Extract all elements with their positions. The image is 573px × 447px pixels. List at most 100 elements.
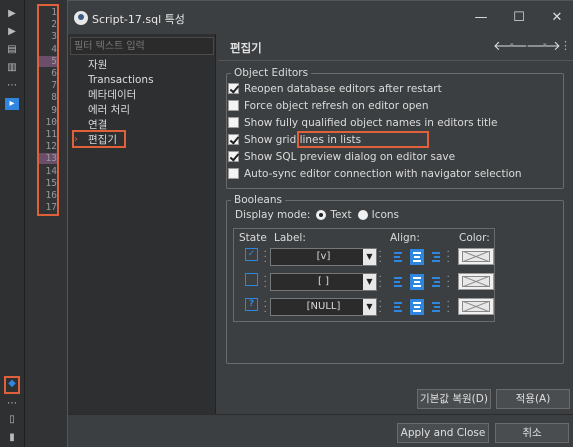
run-step-icon[interactable]: ▶ <box>5 26 19 38</box>
align-right-icon[interactable] <box>429 299 443 315</box>
state-null-icon: ? <box>245 298 258 311</box>
checkbox[interactable] <box>228 117 239 128</box>
checkbox-label[interactable]: Force object refresh on editor open <box>244 100 429 112</box>
script-icon[interactable]: ▥ <box>5 62 19 74</box>
align-center-icon[interactable] <box>410 274 424 290</box>
checkbox[interactable] <box>228 83 239 94</box>
title-bar[interactable]: Script-17.sql 특성 — ☐ ✕ <box>68 1 573 34</box>
line-number: 11 <box>45 129 57 140</box>
color-header: Color: <box>459 232 490 244</box>
terminal-icon[interactable]: ▸ <box>5 98 19 110</box>
color-picker-button[interactable] <box>458 298 494 315</box>
window-title: Script-17.sql 특성 <box>92 13 185 26</box>
ide-left-toolbar: ▶ ▶ ▤ ▥ ⋯ ▸ ◆ ⋯ ▯ ▮ <box>0 0 25 447</box>
apply-and-close-button[interactable]: Apply and Close <box>397 423 489 443</box>
label-select[interactable]: [NULL] ▼ <box>270 298 377 316</box>
restore-defaults-button[interactable]: 기본값 복원(D) <box>417 389 491 409</box>
label-select[interactable]: [v] ▼ <box>270 248 377 266</box>
color-picker-button[interactable] <box>458 248 494 265</box>
chevron-down-icon[interactable]: ▼ <box>363 274 376 290</box>
radio-icons-mode[interactable] <box>357 210 368 220</box>
properties-dialog: Script-17.sql 특성 — ☐ ✕ 자원 Transactions 메… <box>67 0 573 447</box>
state-header: State <box>239 232 267 244</box>
object-editor-option[interactable]: Show SQL preview dialog on editor save <box>228 149 455 164</box>
header-divider <box>218 60 573 61</box>
checkbox[interactable] <box>228 134 239 145</box>
booleans-table: State Label: Align: Color: ✓ • • • • • • • • • [v]… <box>233 228 495 322</box>
line-number: 8 <box>51 92 57 104</box>
line-number: 9 <box>51 104 57 116</box>
object-editor-option[interactable]: Force object refresh on editor open <box>228 98 429 113</box>
back-dropdown-icon[interactable]: ▾ <box>510 41 514 49</box>
line-number: 14 <box>45 165 57 177</box>
align-left-icon[interactable] <box>391 249 405 265</box>
line-numbers: 1 2 3 4 5 6 7 8 9 10 11 12 13 14 15 16 17 <box>37 4 59 216</box>
line-number: 1 <box>51 7 57 18</box>
align-center-icon[interactable] <box>410 249 424 265</box>
align-right-icon[interactable] <box>429 249 443 265</box>
nav-selection-highlight <box>72 130 126 148</box>
chevron-down-icon[interactable]: ▼ <box>363 249 376 265</box>
line-number: 17 <box>45 202 57 214</box>
align-left-icon[interactable] <box>391 299 405 315</box>
filter-input[interactable] <box>70 37 214 55</box>
cancel-button[interactable]: 취소 <box>495 423 569 443</box>
checkbox-label[interactable]: Auto-sync editor connection with navigat… <box>244 168 522 180</box>
dialog-footer: Apply and Close 취소 <box>68 414 573 447</box>
drag-handle-icon[interactable]: • • • <box>447 299 450 314</box>
drag-handle-icon[interactable]: • • • <box>264 249 267 264</box>
checkbox-label[interactable]: Show fully qualified object names in edi… <box>244 117 498 129</box>
apply-button[interactable]: 적용(A) <box>496 389 570 409</box>
checkbox-label[interactable]: Reopen database editors after restart <box>244 83 442 95</box>
booleans-legend: Booleans <box>234 194 282 206</box>
align-center-icon[interactable] <box>410 299 424 315</box>
color-picker-button[interactable] <box>458 273 494 290</box>
line-number: 16 <box>45 190 57 201</box>
checkbox-label[interactable]: Show SQL preview dialog on editor save <box>244 151 455 163</box>
nav-item-resources[interactable]: 자원 <box>88 58 107 72</box>
object-editor-option[interactable]: Reopen database editors after restart <box>228 81 442 96</box>
expand-arrow-icon[interactable]: ▶ <box>5 8 19 20</box>
drag-handle-icon[interactable]: • • • <box>447 274 450 289</box>
checkbox[interactable] <box>228 168 239 179</box>
label-select[interactable]: [ ] ▼ <box>270 273 377 291</box>
chevron-down-icon[interactable]: ▼ <box>363 299 376 315</box>
line-number: 13 <box>39 153 57 165</box>
drag-handle-icon[interactable]: • • • <box>264 299 267 314</box>
line-number: 15 <box>45 177 57 189</box>
forward-dropdown-icon[interactable]: ▾ <box>543 41 547 49</box>
close-window-button[interactable]: ✕ <box>542 7 572 29</box>
radio-text-mode[interactable] <box>316 210 327 220</box>
line-number: 5 <box>39 55 57 67</box>
checkbox[interactable] <box>228 100 239 111</box>
explain-plan-icon[interactable]: ▤ <box>5 44 19 56</box>
menu-dots-icon[interactable]: ⋮ <box>560 39 571 52</box>
line-number: 12 <box>45 141 57 153</box>
align-right-icon[interactable] <box>429 274 443 290</box>
line-number: 2 <box>51 19 57 31</box>
label-header: Label: <box>274 232 306 244</box>
object-editor-option[interactable]: Show fully qualified object names in edi… <box>228 115 498 130</box>
checkbox[interactable] <box>228 151 239 162</box>
minimize-button[interactable]: — <box>466 7 496 29</box>
nav-item-metadata[interactable]: 메타데이터 <box>88 88 136 102</box>
outline-panel-icon[interactable]: ◆ <box>4 376 20 394</box>
maximize-button[interactable]: ☐ <box>504 7 534 29</box>
drag-handle-icon[interactable]: • • • <box>379 299 382 314</box>
preference-nav: 자원 Transactions 메타데이터 에러 처리 연결 편집기 › <box>68 34 216 447</box>
drag-handle-icon[interactable]: • • • <box>379 249 382 264</box>
document-icon[interactable]: ▯ <box>5 414 19 426</box>
radio-text-label[interactable]: Text <box>330 209 351 221</box>
drag-handle-icon[interactable]: • • • <box>264 274 267 289</box>
drag-handle-icon[interactable]: • • • <box>447 249 450 264</box>
page-title: 편집기 <box>230 41 262 55</box>
drag-handle-icon[interactable]: • • • <box>379 274 382 289</box>
nav-item-error-handling[interactable]: 에러 처리 <box>88 103 130 117</box>
state-unchecked-icon <box>245 273 258 286</box>
align-left-icon[interactable] <box>391 274 405 290</box>
object-editor-option[interactable]: Auto-sync editor connection with navigat… <box>228 166 522 181</box>
document-edit-icon[interactable]: ▮ <box>5 432 19 444</box>
nav-item-transactions[interactable]: Transactions <box>88 73 154 87</box>
line-number: 7 <box>51 80 57 92</box>
radio-icons-label[interactable]: Icons <box>372 209 399 221</box>
